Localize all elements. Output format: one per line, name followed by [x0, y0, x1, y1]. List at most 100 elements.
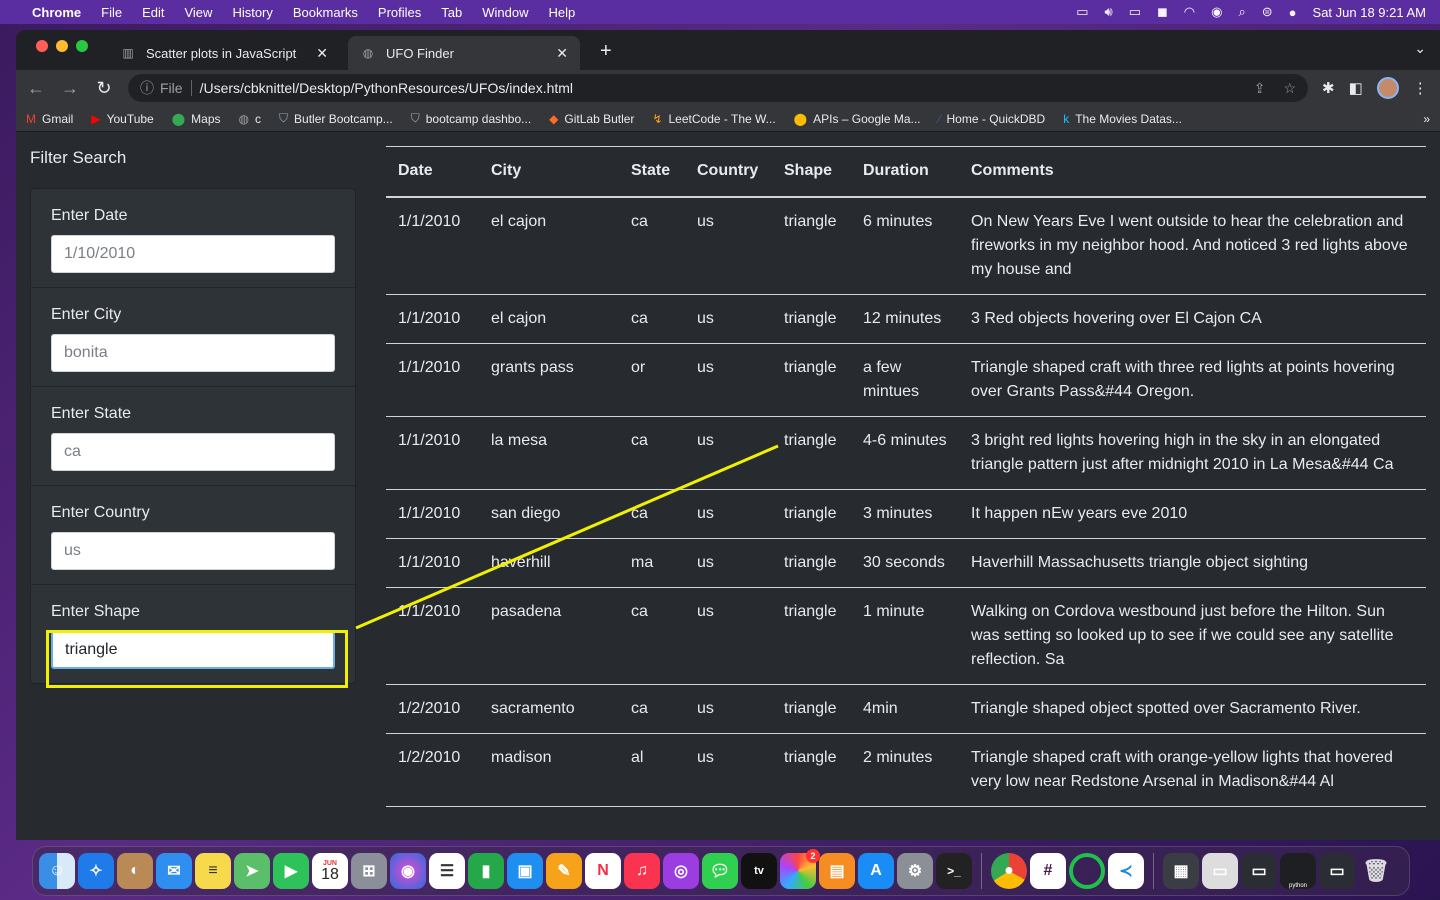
wifi-icon[interactable]: ◠	[1184, 4, 1195, 20]
app-store-icon[interactable]: A	[858, 853, 894, 889]
contacts-icon[interactable]: ◐	[117, 853, 153, 889]
bookmark-gitlab-butler[interactable]: ◆ GitLab Butler	[549, 112, 634, 126]
display-icon[interactable]: ▭	[1076, 4, 1088, 20]
menu-view[interactable]: View	[184, 5, 212, 20]
spotlight-search-icon[interactable]: ⌕	[1238, 4, 1245, 20]
bookmark-leetcode[interactable]: ↯ LeetCode - The W...	[652, 112, 775, 126]
trash-icon[interactable]: 🗑︎	[1358, 853, 1394, 889]
country-input[interactable]	[51, 532, 335, 570]
safari-icon[interactable]: ✧	[78, 853, 114, 889]
news-icon[interactable]: N	[585, 853, 621, 889]
control-center-icon[interactable]: ⊜	[1262, 4, 1273, 20]
date-input[interactable]	[51, 235, 335, 273]
notes-icon[interactable]: ≡	[195, 853, 231, 889]
app-status-icon[interactable]: ◼	[1157, 4, 1168, 20]
maps-icon[interactable]: ➤	[234, 853, 270, 889]
menu-window[interactable]: Window	[482, 5, 528, 20]
menu-bookmarks[interactable]: Bookmarks	[293, 5, 358, 20]
tab-scatter-plots[interactable]: ▥ Scatter plots in JavaScript ✕	[108, 36, 340, 70]
volume-icon[interactable]: 🔊︎	[1105, 4, 1113, 20]
bookmark-movies-dataset[interactable]: k The Movies Datas...	[1063, 112, 1182, 126]
siri-icon[interactable]: ◉	[390, 853, 426, 889]
menu-file[interactable]: File	[101, 5, 122, 20]
profile-avatar[interactable]	[1376, 77, 1399, 99]
zoom-window-button[interactable]	[76, 40, 88, 52]
bookmarks-overflow-chevron-icon[interactable]: »	[1423, 112, 1430, 126]
vscode-icon[interactable]: ≺	[1108, 853, 1144, 889]
messages-icon[interactable]: 💬︎	[702, 853, 738, 889]
menu-tab[interactable]: Tab	[441, 5, 462, 20]
python-window-thumbnail[interactable]: python	[1280, 853, 1316, 889]
kebab-menu-icon[interactable]: ⋮	[1413, 79, 1428, 97]
finder-icon[interactable]: ☺	[39, 853, 75, 889]
keynote-icon[interactable]: ▣	[507, 853, 543, 889]
bookmark-google-maps-apis[interactable]: ⬤ APIs – Google Ma...	[794, 112, 921, 126]
cycle-progress-icon[interactable]	[1069, 853, 1105, 889]
minimize-window-button[interactable]	[56, 40, 68, 52]
menu-help[interactable]: Help	[549, 5, 576, 20]
books-icon[interactable]: ▤	[819, 853, 855, 889]
ufo-table-container: Date City State Country Shape Duration C…	[386, 146, 1426, 807]
window-thumbnail-icon[interactable]: ▭	[1202, 853, 1238, 889]
pages-icon[interactable]: ✎	[546, 853, 582, 889]
window-thumbnail-icon[interactable]: ▭	[1241, 853, 1277, 889]
menu-clock[interactable]: Sat Jun 18 9:21 AM	[1313, 5, 1426, 20]
menu-edit[interactable]: Edit	[142, 5, 164, 20]
window-thumbnail-icon[interactable]: ▭	[1319, 853, 1355, 889]
slack-icon[interactable]: #	[1030, 853, 1066, 889]
bookmark-gmail[interactable]: M Gmail	[26, 112, 73, 126]
system-preferences-icon[interactable]: ⚙	[897, 853, 933, 889]
bookmark-star-icon[interactable]: ☆	[1283, 80, 1296, 97]
photos-icon[interactable]: 2	[780, 849, 820, 889]
user-icon[interactable]: ◉	[1211, 4, 1222, 20]
menu-history[interactable]: History	[232, 5, 272, 20]
calendar-icon[interactable]: JUN 18	[312, 853, 348, 889]
address-bar[interactable]: ⓘ File /Users/cbknittel/Desktop/PythonRe…	[128, 74, 1308, 102]
back-arrow-icon[interactable]: ←	[26, 78, 46, 99]
menu-app-name[interactable]: Chrome	[32, 5, 81, 20]
reload-icon[interactable]: ↻	[94, 78, 114, 99]
bookmark-bootcamp-dashboard[interactable]: ⛉ bootcamp dashbo...	[411, 111, 531, 126]
share-icon[interactable]: ⇪	[1254, 80, 1266, 97]
state-input[interactable]	[51, 433, 335, 471]
cell-duration: 30 seconds	[851, 538, 959, 588]
maps-pin-icon: ⬤	[793, 111, 808, 126]
macos-menu-bar: Chrome File Edit View History Bookmarks …	[0, 0, 1440, 24]
reminders-icon[interactable]: ☰	[429, 853, 465, 889]
header-city: City	[479, 146, 619, 198]
tab-ufo-finder[interactable]: ◍ UFO Finder ✕	[348, 36, 580, 70]
tab-search-chevron-icon[interactable]: ⌄	[1414, 40, 1426, 57]
battery-icon[interactable]: ▭	[1129, 4, 1141, 20]
url-text[interactable]: /Users/cbknittel/Desktop/PythonResources…	[200, 80, 1236, 96]
close-window-button[interactable]	[36, 40, 48, 52]
siri-icon[interactable]: ●	[1289, 5, 1297, 20]
city-input[interactable]	[51, 334, 335, 372]
bookmark-maps[interactable]: ⬤ Maps	[172, 112, 221, 126]
new-tab-plus-icon[interactable]: +	[600, 40, 612, 63]
tab-strip: ▥ Scatter plots in JavaScript ✕ ◍ UFO Fi…	[16, 30, 1440, 70]
podcasts-icon[interactable]: ◎	[663, 853, 699, 889]
bookmark-butler-bootcamp[interactable]: ⛉ Butler Bootcamp...	[279, 111, 393, 126]
menu-profiles[interactable]: Profiles	[378, 5, 421, 20]
tab-close-icon[interactable]: ✕	[556, 45, 568, 62]
tab-close-icon[interactable]: ✕	[316, 45, 328, 62]
header-state: State	[619, 146, 685, 198]
chart-favicon-icon: ▥	[122, 46, 134, 60]
bookmark-youtube[interactable]: ▶ YouTube	[91, 112, 153, 126]
bookmark-c[interactable]: ◍ c	[239, 112, 261, 126]
facetime-icon[interactable]: ▶	[273, 853, 309, 889]
launchpad-icon[interactable]: ⊞	[351, 853, 387, 889]
cell-city: madison	[479, 733, 619, 807]
side-panel-icon[interactable]: ◧	[1349, 79, 1363, 97]
forward-arrow-icon[interactable]: →	[60, 78, 80, 99]
numbers-icon[interactable]: ▮	[468, 853, 504, 889]
bookmark-quickdbd[interactable]: ⁄ Home - QuickDBD	[939, 112, 1046, 126]
extensions-puzzle-icon[interactable]: ✱	[1322, 79, 1335, 97]
music-icon[interactable]: ♫	[624, 853, 660, 889]
downloads-stack-icon[interactable]: ▦	[1163, 853, 1199, 889]
terminal-icon[interactable]: >_	[936, 853, 972, 889]
chrome-icon[interactable]: ●	[991, 853, 1027, 889]
apple-tv-icon[interactable]: tv	[741, 853, 777, 889]
info-icon[interactable]: ⓘ	[140, 78, 154, 98]
mail-icon[interactable]: ✉	[156, 853, 192, 889]
